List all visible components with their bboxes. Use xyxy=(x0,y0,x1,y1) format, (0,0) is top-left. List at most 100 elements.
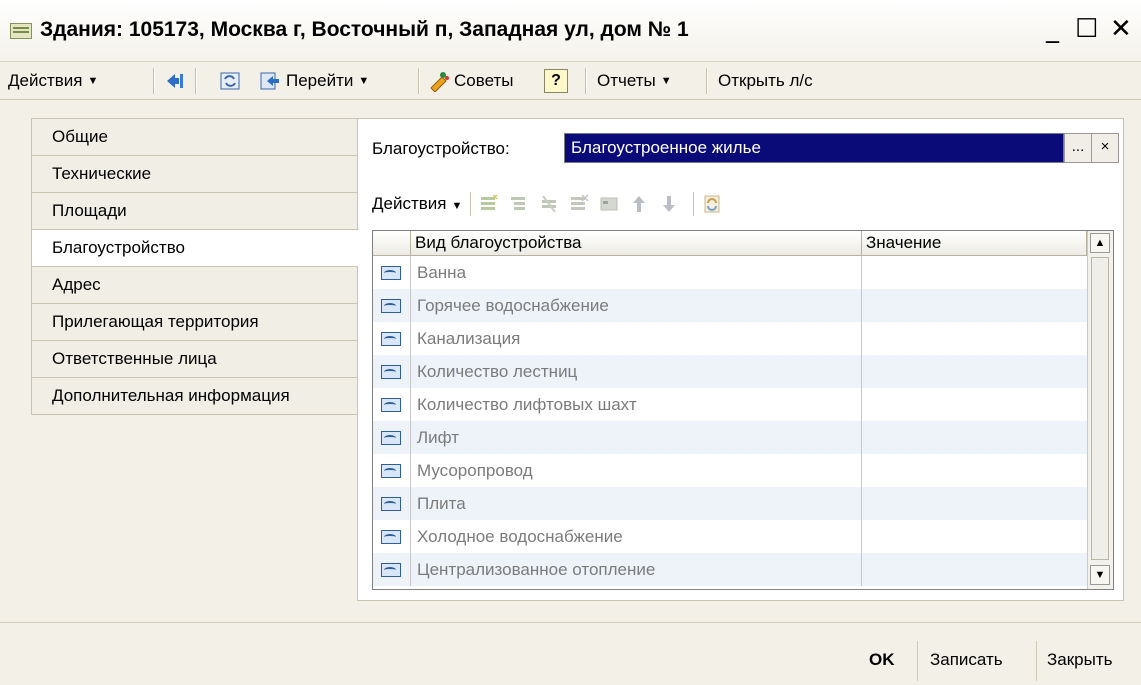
column-header-value[interactable]: Значение xyxy=(862,231,1087,256)
record-icon xyxy=(381,464,401,478)
refresh-button[interactable] xyxy=(220,68,240,94)
footer-separator xyxy=(917,641,918,681)
tab-adjacent-territory[interactable]: Прилегающая территория xyxy=(31,303,358,340)
toolbar-separator xyxy=(195,68,197,94)
table-row[interactable]: Канализация xyxy=(373,322,1087,355)
amenities-panel: Благоустройство: Благоустроенное жилье .… xyxy=(357,118,1124,601)
amenity-type: Количество лестниц xyxy=(417,362,578,381)
goto-menu-label: Перейти xyxy=(286,71,354,90)
tab-label: Технические xyxy=(52,164,152,183)
amenities-input[interactable]: Благоустроенное жилье xyxy=(564,133,1064,163)
reports-menu[interactable]: Отчеты ▼ xyxy=(597,68,672,94)
help-button[interactable]: ? xyxy=(544,68,568,94)
vertical-scrollbar[interactable]: ▲ ▼ xyxy=(1087,231,1113,589)
table-row[interactable]: Централизованное отопление xyxy=(373,553,1087,586)
tab-amenities[interactable]: Благоустройство xyxy=(31,229,359,266)
refresh-icon[interactable] xyxy=(702,194,722,214)
close-button[interactable]: Закрыть xyxy=(1047,650,1112,670)
form-icon xyxy=(10,23,32,39)
toolbar-separator xyxy=(693,192,695,216)
amenity-type: Мусоропровод xyxy=(417,461,533,480)
arrow-up-icon[interactable] xyxy=(629,194,649,214)
table-row[interactable]: Количество лестниц xyxy=(373,355,1087,388)
tips-label: Советы xyxy=(454,71,514,90)
tab-label: Прилегающая территория xyxy=(52,312,259,331)
reports-menu-label: Отчеты xyxy=(597,71,656,90)
amenity-type: Канализация xyxy=(417,329,521,348)
add-row-icon[interactable] xyxy=(479,194,499,214)
toolbar-separator xyxy=(706,68,708,94)
tab-label: Благоустройство xyxy=(52,238,186,257)
tab-responsible-persons[interactable]: Ответственные лица xyxy=(31,340,358,377)
actions-menu-label: Действия xyxy=(8,71,83,90)
amenity-type: Централизованное отопление xyxy=(417,560,656,579)
table-actions-label: Действия xyxy=(372,194,447,213)
tab-additional-info[interactable]: Дополнительная информация xyxy=(31,377,358,415)
scroll-down-button[interactable]: ▼ xyxy=(1090,565,1110,585)
goto-menu[interactable]: Перейти ▼ xyxy=(260,68,369,94)
table-row[interactable]: Горячее водоснабжение xyxy=(373,289,1087,322)
tab-label: Ответственные лица xyxy=(52,349,217,368)
delete-row-icon[interactable] xyxy=(569,194,589,214)
tips-icon xyxy=(430,72,449,92)
actions-menu[interactable]: Действия ▼ xyxy=(8,68,98,94)
chevron-down-icon: ▼ xyxy=(358,75,370,87)
scroll-up-button[interactable]: ▲ xyxy=(1090,233,1110,253)
amenity-type: Холодное водоснабжение xyxy=(417,527,623,546)
footer-separator xyxy=(1036,641,1037,681)
record-icon xyxy=(381,365,401,379)
tab-label: Общие xyxy=(52,127,108,146)
scroll-thumb[interactable] xyxy=(1091,257,1109,560)
add-group-icon[interactable] xyxy=(509,194,529,214)
building-window: Здания: 105173, Москва г, Восточный п, З… xyxy=(0,0,1141,685)
arrow-down-icon[interactable] xyxy=(659,194,679,214)
record-icon xyxy=(381,431,401,445)
minimize-button[interactable]: _ xyxy=(1046,14,1059,44)
amenity-type: Ванна xyxy=(417,263,467,282)
column-header-icon xyxy=(373,231,411,256)
amenity-type: Количество лифтовых шахт xyxy=(417,395,637,414)
arrow-left-icon xyxy=(167,74,183,88)
tips-button[interactable]: Советы xyxy=(428,68,513,94)
close-window-button[interactable]: ✕ xyxy=(1110,14,1132,44)
table-row[interactable]: Плита xyxy=(373,487,1087,520)
toolbar-separator xyxy=(470,192,472,216)
help-icon: ? xyxy=(544,69,568,93)
maximize-button[interactable]: ☐ xyxy=(1075,14,1098,44)
tab-technical[interactable]: Технические xyxy=(31,155,358,192)
amenities-input-value: Благоустроенное жилье xyxy=(571,138,761,157)
select-button[interactable]: ... xyxy=(1064,133,1092,163)
table-actions-menu[interactable]: Действия ▼ xyxy=(372,194,462,214)
amenity-type: Горячее водоснабжение xyxy=(417,296,609,315)
tab-areas[interactable]: Площади xyxy=(31,192,358,229)
table-row[interactable]: Ванна xyxy=(373,256,1087,289)
record-icon xyxy=(381,530,401,544)
save-button[interactable]: Записать xyxy=(930,650,1003,670)
chevron-down-icon: ▼ xyxy=(660,75,672,87)
open-account-button[interactable]: Открыть л/с xyxy=(718,68,813,94)
record-icon xyxy=(381,332,401,346)
table-toolbar: Действия ▼ xyxy=(372,189,722,219)
table-row[interactable]: Количество лифтовых шахт xyxy=(373,388,1087,421)
clear-button[interactable]: × xyxy=(1091,133,1119,163)
table-row[interactable]: Холодное водоснабжение xyxy=(373,520,1087,553)
main-toolbar: Действия ▼ Перейти ▼ Советы ? Отчеты ▼ Откр… xyxy=(0,62,1141,100)
record-icon xyxy=(381,398,401,412)
table-row[interactable]: Мусоропровод xyxy=(373,454,1087,487)
table-icon[interactable] xyxy=(599,194,619,214)
footer-bar: OK Записать Закрыть xyxy=(0,622,1141,685)
ok-button[interactable]: OK xyxy=(869,650,895,670)
table-row[interactable]: Лифт xyxy=(373,421,1087,454)
toolbar-separator xyxy=(585,68,587,94)
amenities-field-label: Благоустройство: xyxy=(372,139,510,158)
tab-list: Общие Технические Площади Благоустройств… xyxy=(31,118,359,415)
copy-row-icon[interactable] xyxy=(539,194,559,214)
record-icon xyxy=(381,299,401,313)
chevron-down-icon: ▼ xyxy=(451,200,463,212)
column-header-type[interactable]: Вид благоустройства xyxy=(411,231,862,256)
tab-general[interactable]: Общие xyxy=(31,118,358,155)
tab-address[interactable]: Адрес xyxy=(31,266,358,303)
back-button[interactable] xyxy=(165,68,185,94)
window-title: Здания: 105173, Москва г, Восточный п, З… xyxy=(40,18,689,41)
tab-label: Площади xyxy=(52,201,127,220)
